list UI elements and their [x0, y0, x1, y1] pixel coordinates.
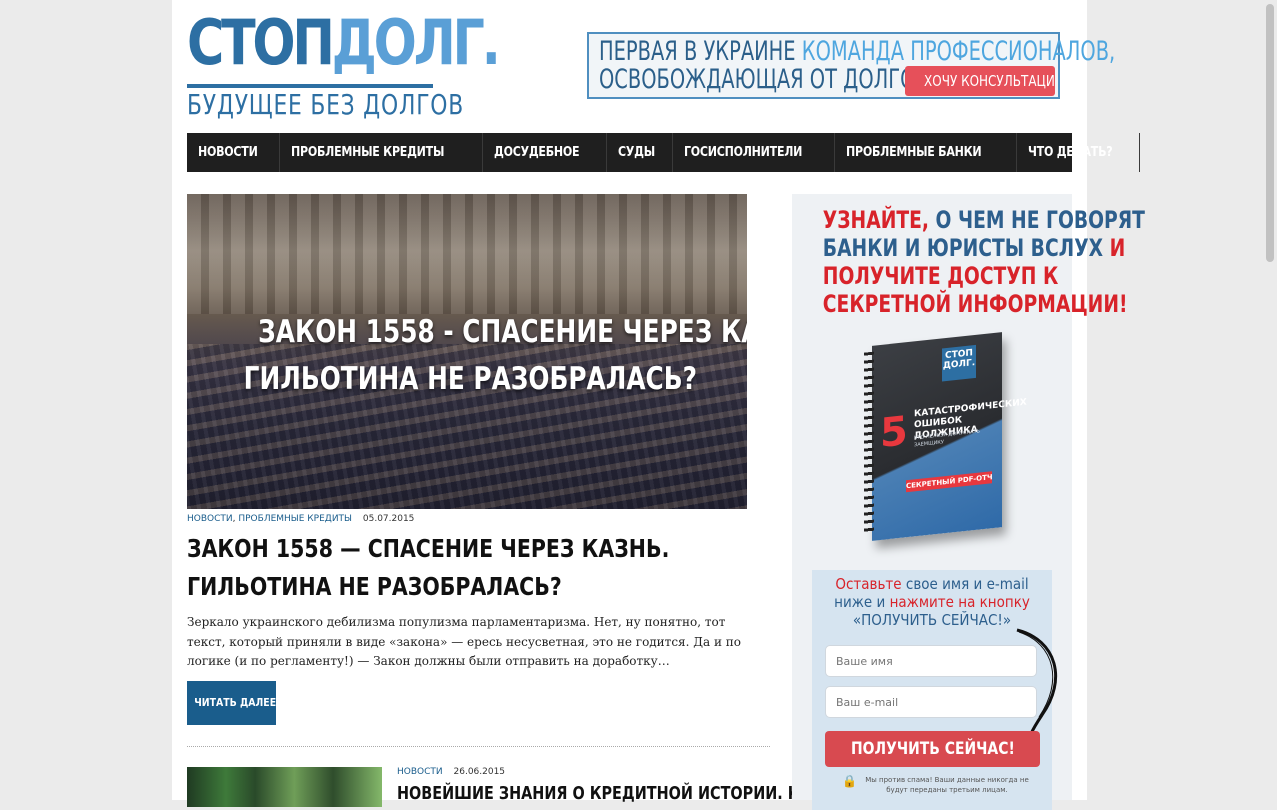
page-scrollbar[interactable]	[1263, 0, 1277, 800]
banner-text-light: КОМАНДА ПРОФЕССИОНАЛОВ,	[801, 36, 1116, 67]
category-link-news[interactable]: Новости	[187, 514, 233, 524]
lock-icon: 🔒	[842, 774, 857, 788]
privacy-note: Мы против спама! Ваши данные никогда не …	[865, 776, 1029, 794]
nav-item-what-to-do[interactable]: ЧТО ДЕЛАТЬ?	[1017, 133, 1140, 172]
post-excerpt: Зеркало украинского дебилизма популизма …	[187, 615, 741, 668]
nav-item-courts[interactable]: СУДЫ	[607, 133, 674, 172]
promo-text-red: УЗНАЙТЕ,	[822, 206, 930, 234]
category-link-news[interactable]: Новости	[397, 767, 443, 777]
banner-line-1: ПЕРВАЯ В УКРАИНЕ КОМАНДА ПРОФЕССИОНАЛОВ,	[599, 37, 1115, 67]
nav-item-pretrial[interactable]: ДОСУДЕБНОЕ	[483, 133, 607, 172]
logo-wordmark: СТОПДОЛГ.	[187, 10, 501, 76]
category-link-problem-credits[interactable]: Проблемные кредиты	[238, 514, 352, 524]
nav-item-problem-credits[interactable]: ПРОБЛЕМНЫЕ КРЕДИТЫ	[280, 133, 484, 172]
book-spiral	[864, 351, 874, 536]
banner-line-2: ОСВОБОЖДАЮЩАЯ ОТ ДОЛГОВ	[599, 65, 929, 95]
sidebar-promo: УЗНАЙТЕ, О ЧЕМ НЕ ГОВОРЯТ БАНКИ И ЮРИСТЫ…	[792, 194, 1145, 810]
get-now-label: ПОЛУЧИТЬ СЕЙЧАС!	[850, 739, 1015, 759]
main-nav: НОВОСТИ ПРОБЛЕМНЫЕ КРЕДИТЫ ДОСУДЕБНОЕ СУ…	[187, 133, 1140, 172]
read-more-label: ЧИТАТЬ ДАЛЕЕ	[194, 696, 277, 709]
form-heading-line-2: ниже и нажмите на кнопку	[824, 593, 1040, 611]
nav-label: ЧТО ДЕЛАТЬ?	[1028, 145, 1113, 160]
post-meta: Новости, Проблемные кредиты 05.07.2015	[187, 514, 414, 524]
banner-text-dark: ПЕРВАЯ В УКРАИНЕ	[599, 36, 796, 67]
second-post-title[interactable]: НОВЕЙШИЕ ЗНАНИЯ О КРЕДИТНОЙ ИСТОРИИ. КАК…	[397, 782, 930, 806]
site-logo[interactable]: СТОПДОЛГ. БУДУЩЕЕ БЕЗ ДОЛГОВ	[187, 10, 501, 121]
form-text-red: нажмите на кнопку	[889, 593, 1030, 611]
logo-part-stop: СТОП	[187, 6, 335, 79]
promo-text-blue: БАНКИ И ЮРИСТЫ ВСЛУХ	[822, 234, 1104, 262]
nav-item-news[interactable]: НОВОСТИ	[187, 133, 281, 172]
consultation-button-label: ХОЧУ КОНСУЛЬТАЦИЮ !	[924, 72, 1055, 90]
logo-tagline: БУДУЩЕЕ БЕЗ ДОЛГОВ	[187, 88, 465, 121]
nav-label: НОВОСТИ	[198, 145, 258, 160]
book-logo: СТОП ДОЛГ.	[942, 344, 976, 382]
second-post-date: 26.06.2015	[453, 767, 506, 777]
nav-label: ГОСИСПОЛНИТЕЛИ	[684, 145, 803, 160]
hero-caption-line-1: ЗАКОН 1558 - СПАСЕНИЕ ЧЕРЕЗ КАЗНЬ.	[258, 314, 747, 350]
form-text-red: Оставьте	[835, 575, 902, 593]
book-number: 5	[880, 408, 908, 457]
logo-part-dolg: ДОЛГ.	[331, 6, 501, 79]
hero-background-wall	[187, 194, 747, 314]
get-now-button[interactable]: ПОЛУЧИТЬ СЕЙЧАС!	[825, 731, 1040, 767]
hero-image-caption: ЗАКОН 1558 - СПАСЕНИЕ ЧЕРЕЗ КАЗНЬ. ГИЛЬО…	[187, 309, 747, 403]
nav-label: СУДЫ	[617, 145, 655, 160]
post-date: 05.07.2015	[362, 514, 415, 524]
post-title[interactable]: ЗАКОН 1558 — СПАСЕНИЕ ЧЕРЕЗ КАЗНЬ. ГИЛЬО…	[187, 530, 745, 606]
nav-item-bailiffs[interactable]: ГОСИСПОЛНИТЕЛИ	[673, 133, 836, 172]
second-post-thumbnail[interactable]	[187, 767, 382, 807]
banner-text-dark-2: ОСВОБОЖДАЮЩАЯ ОТ ДОЛГОВ	[599, 64, 929, 95]
nav-label: ПРОБЛЕМНЫЕ БАНКИ	[846, 145, 982, 160]
promo-heading-line-3: ПОЛУЧИТЕ ДОСТУП К	[822, 262, 1059, 290]
report-book-image: СТОП ДОЛГ. 5 КАТАСТРОФИЧЕСКИХ ОШИБОК ДОЛЖ…	[864, 332, 1027, 541]
read-more-button[interactable]: ЧИТАТЬ ДАЛЕЕ	[187, 681, 276, 725]
promo-heading: УЗНАЙТЕ, О ЧЕМ НЕ ГОВОРЯТ БАНКИ И ЮРИСТЫ…	[792, 206, 1145, 318]
form-heading-line-1: Оставьте свое имя и e-mail	[824, 575, 1040, 593]
promo-heading-line-1: УЗНАЙТЕ, О ЧЕМ НЕ ГОВОРЯТ	[822, 206, 1145, 234]
promo-text-red: И	[1109, 234, 1126, 262]
featured-post-image[interactable]: ЗАКОН 1558 - СПАСЕНИЕ ЧЕРЕЗ КАЗНЬ. ГИЛЬО…	[187, 194, 747, 509]
form-text-blue: свое имя и e-mail	[905, 575, 1029, 593]
subscribe-form: Оставьте свое имя и e-mail ниже и нажмит…	[812, 570, 1058, 810]
header-banner[interactable]: ПЕРВАЯ В УКРАИНЕ КОМАНДА ПРОФЕССИОНАЛОВ,…	[587, 32, 1115, 99]
promo-heading-line-4: СЕКРЕТНОЙ ИНФОРМАЦИИ!	[822, 290, 1128, 318]
book-pdf-tag: СЕКРЕТНЫЙ PDF-ОТЧЕТ	[906, 471, 992, 493]
nav-label: ДОСУДЕБНОЕ	[494, 145, 580, 160]
hero-caption-line-2: ГИЛЬОТИНА НЕ РАЗОБРАЛАСЬ?	[243, 361, 698, 397]
page-container: СТОПДОЛГ. БУДУЩЕЕ БЕЗ ДОЛГОВ ПЕРВАЯ В УК…	[172, 0, 1145, 810]
post-divider	[187, 746, 770, 747]
promo-heading-line-2: БАНКИ И ЮРИСТЫ ВСЛУХ И	[823, 234, 1125, 262]
form-text-blue: ниже и	[834, 593, 886, 611]
nav-item-problem-banks[interactable]: ПРОБЛЕМНЫЕ БАНКИ	[835, 133, 1018, 172]
scrollbar-thumb[interactable]	[1266, 4, 1274, 262]
promo-text-blue: О ЧЕМ НЕ ГОВОРЯТ	[935, 206, 1145, 234]
second-post-meta: Новости 26.06.2015	[397, 767, 505, 777]
nav-label: ПРОБЛЕМНЫЕ КРЕДИТЫ	[291, 145, 445, 160]
book-logo-line-2: ДОЛГ.	[942, 357, 976, 372]
consultation-button[interactable]: ХОЧУ КОНСУЛЬТАЦИЮ !	[905, 66, 1055, 96]
